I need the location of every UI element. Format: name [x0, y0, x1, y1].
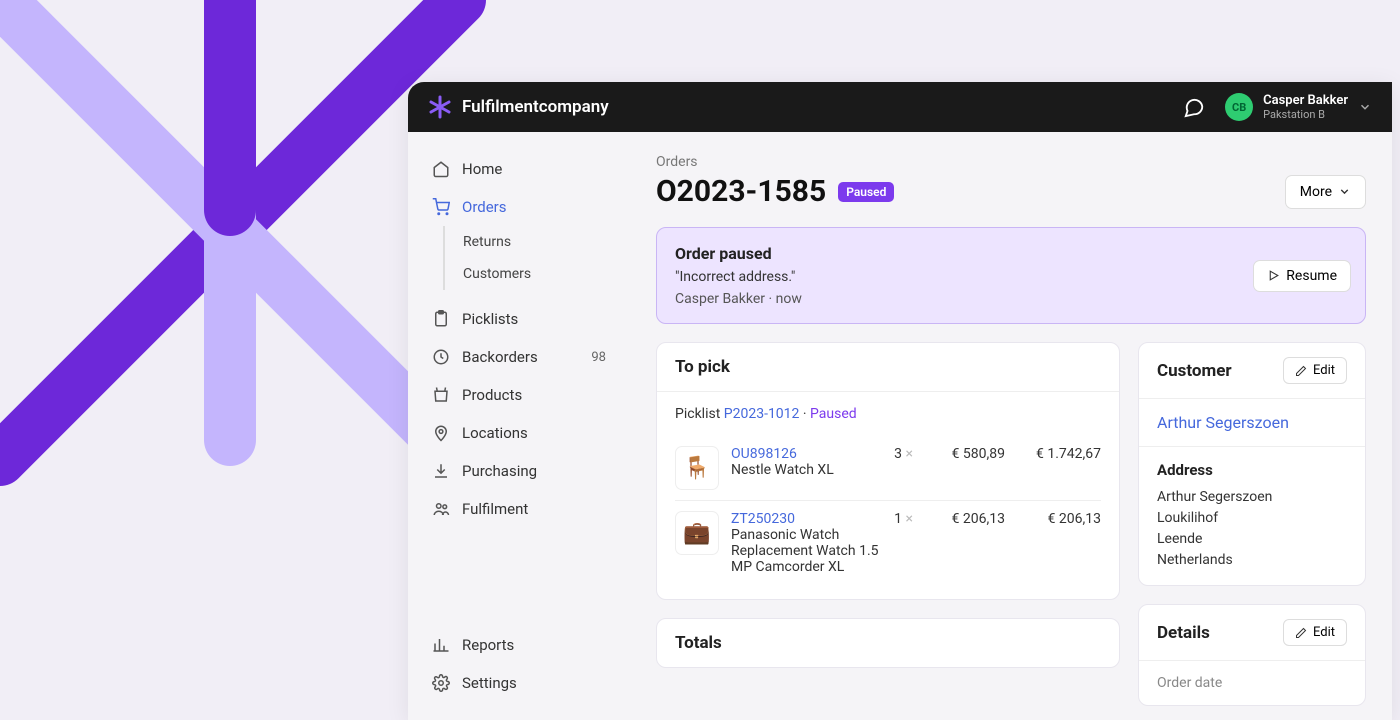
address-line-3: Leende: [1157, 529, 1347, 550]
sidebar-label-settings: Settings: [462, 674, 517, 692]
paused-alert: Order paused "Incorrect address." Casper…: [656, 227, 1366, 324]
address-line-1: Arthur Segerszoen: [1157, 487, 1347, 508]
pin-icon: [432, 424, 450, 442]
details-card: Details Edit Order date: [1138, 604, 1366, 706]
sidebar-label-backorders: Backorders: [462, 348, 538, 366]
chart-icon: [432, 636, 450, 654]
picklist-row: Picklist P2023-1012 · Paused: [675, 406, 1101, 422]
brand-icon: [428, 95, 452, 119]
sidebar-label-picklists: Picklists: [462, 310, 518, 328]
page-title: O2023-1585: [656, 174, 826, 209]
sidebar: Home Orders Returns Customers Picklists …: [408, 132, 630, 720]
address-heading: Address: [1157, 461, 1347, 479]
clipboard-icon: [432, 310, 450, 328]
breadcrumb[interactable]: Orders: [656, 154, 1366, 170]
sidebar-label-products: Products: [462, 386, 522, 404]
sidebar-item-reports[interactable]: Reports: [408, 626, 630, 664]
address-line-4: Netherlands: [1157, 550, 1347, 571]
to-pick-card: To pick Picklist P2023-1012 · Paused 🪑 OU…: [656, 342, 1120, 600]
user-substation: Pakstation B: [1263, 108, 1348, 121]
line-total: € 1.742,67: [1017, 446, 1101, 462]
totals-title: Totals: [675, 633, 722, 653]
line-unit-price: € 206,13: [925, 511, 1005, 527]
chevron-down-icon: [1358, 100, 1372, 114]
sidebar-item-orders[interactable]: Orders: [408, 188, 630, 226]
product-name: Nestle Watch XL: [731, 462, 882, 478]
alert-meta: Casper Bakker · now: [675, 291, 1347, 307]
avatar: CB: [1225, 93, 1253, 121]
sidebar-label-home: Home: [462, 160, 502, 178]
sidebar-item-fulfilment[interactable]: Fulfilment: [408, 490, 630, 528]
product-sku-link[interactable]: ZT250230: [731, 511, 882, 527]
sidebar-item-customers[interactable]: Customers: [445, 258, 630, 290]
brand-name: Fulfilmentcompany: [462, 97, 609, 117]
address-line-2: Loukilihof: [1157, 508, 1347, 529]
product-thumbnail: 💼: [675, 511, 719, 555]
sidebar-item-settings[interactable]: Settings: [408, 664, 630, 702]
line-total: € 206,13: [1017, 511, 1101, 527]
download-icon: [432, 462, 450, 480]
product-thumbnail: 🪑: [675, 446, 719, 490]
customer-name-link[interactable]: Arthur Segerszoen: [1157, 413, 1289, 432]
details-title: Details: [1157, 623, 1210, 643]
totals-card: Totals: [656, 618, 1120, 668]
sidebar-item-home[interactable]: Home: [408, 150, 630, 188]
alert-message: "Incorrect address.": [675, 269, 1347, 285]
home-icon: [432, 160, 450, 178]
picklist-link[interactable]: P2023-1012: [724, 406, 800, 422]
brand: Fulfilmentcompany: [428, 95, 609, 119]
cart-icon: [432, 198, 450, 216]
products-icon: [432, 386, 450, 404]
sidebar-item-returns[interactable]: Returns: [445, 226, 630, 258]
edit-details-button[interactable]: Edit: [1283, 619, 1347, 646]
product-sku-link[interactable]: OU898126: [731, 446, 882, 462]
customer-card: Customer Edit Arthur Segerszoen Address …: [1138, 342, 1366, 586]
sidebar-item-picklists[interactable]: Picklists: [408, 300, 630, 338]
sidebar-label-locations: Locations: [462, 424, 528, 442]
line-item: 💼 ZT250230Panasonic Watch Replacement Wat…: [675, 500, 1101, 585]
sidebar-label-orders: Orders: [462, 198, 507, 216]
sidebar-item-backorders[interactable]: Backorders 98: [408, 338, 630, 376]
user-name: Casper Bakker: [1263, 93, 1348, 109]
gear-icon: [432, 674, 450, 692]
people-icon: [432, 500, 450, 518]
sidebar-item-locations[interactable]: Locations: [408, 414, 630, 452]
sidebar-label-fulfilment: Fulfilment: [462, 500, 528, 518]
clock-icon: [432, 348, 450, 366]
line-item: 🪑 OU898126Nestle Watch XL 3 × € 580,89 € 1.7…: [675, 436, 1101, 500]
line-unit-price: € 580,89: [925, 446, 1005, 462]
status-badge: Paused: [838, 182, 894, 202]
order-date-label: Order date: [1157, 675, 1347, 691]
sidebar-label-purchasing: Purchasing: [462, 462, 537, 480]
sidebar-item-purchasing[interactable]: Purchasing: [408, 452, 630, 490]
line-qty: 3 ×: [894, 446, 913, 462]
customer-title: Customer: [1157, 361, 1232, 381]
main-content: Orders O2023-1585 Paused More Order paus…: [630, 132, 1392, 720]
to-pick-title: To pick: [675, 357, 730, 377]
topbar: Fulfilmentcompany CB Casper Bakker Pakst…: [408, 82, 1392, 132]
edit-customer-button[interactable]: Edit: [1283, 357, 1347, 384]
sidebar-item-products[interactable]: Products: [408, 376, 630, 414]
chat-icon[interactable]: [1183, 96, 1205, 118]
alert-title: Order paused: [675, 244, 1347, 263]
backorders-count: 98: [591, 350, 606, 365]
sidebar-label-reports: Reports: [462, 636, 514, 654]
user-menu[interactable]: CB Casper Bakker Pakstation B: [1225, 93, 1372, 122]
product-name: Panasonic Watch Replacement Watch 1.5 MP…: [731, 527, 882, 575]
line-qty: 1 ×: [894, 511, 913, 527]
picklist-status[interactable]: Paused: [810, 406, 857, 422]
resume-button[interactable]: Resume: [1253, 260, 1351, 292]
more-button[interactable]: More: [1285, 175, 1366, 209]
